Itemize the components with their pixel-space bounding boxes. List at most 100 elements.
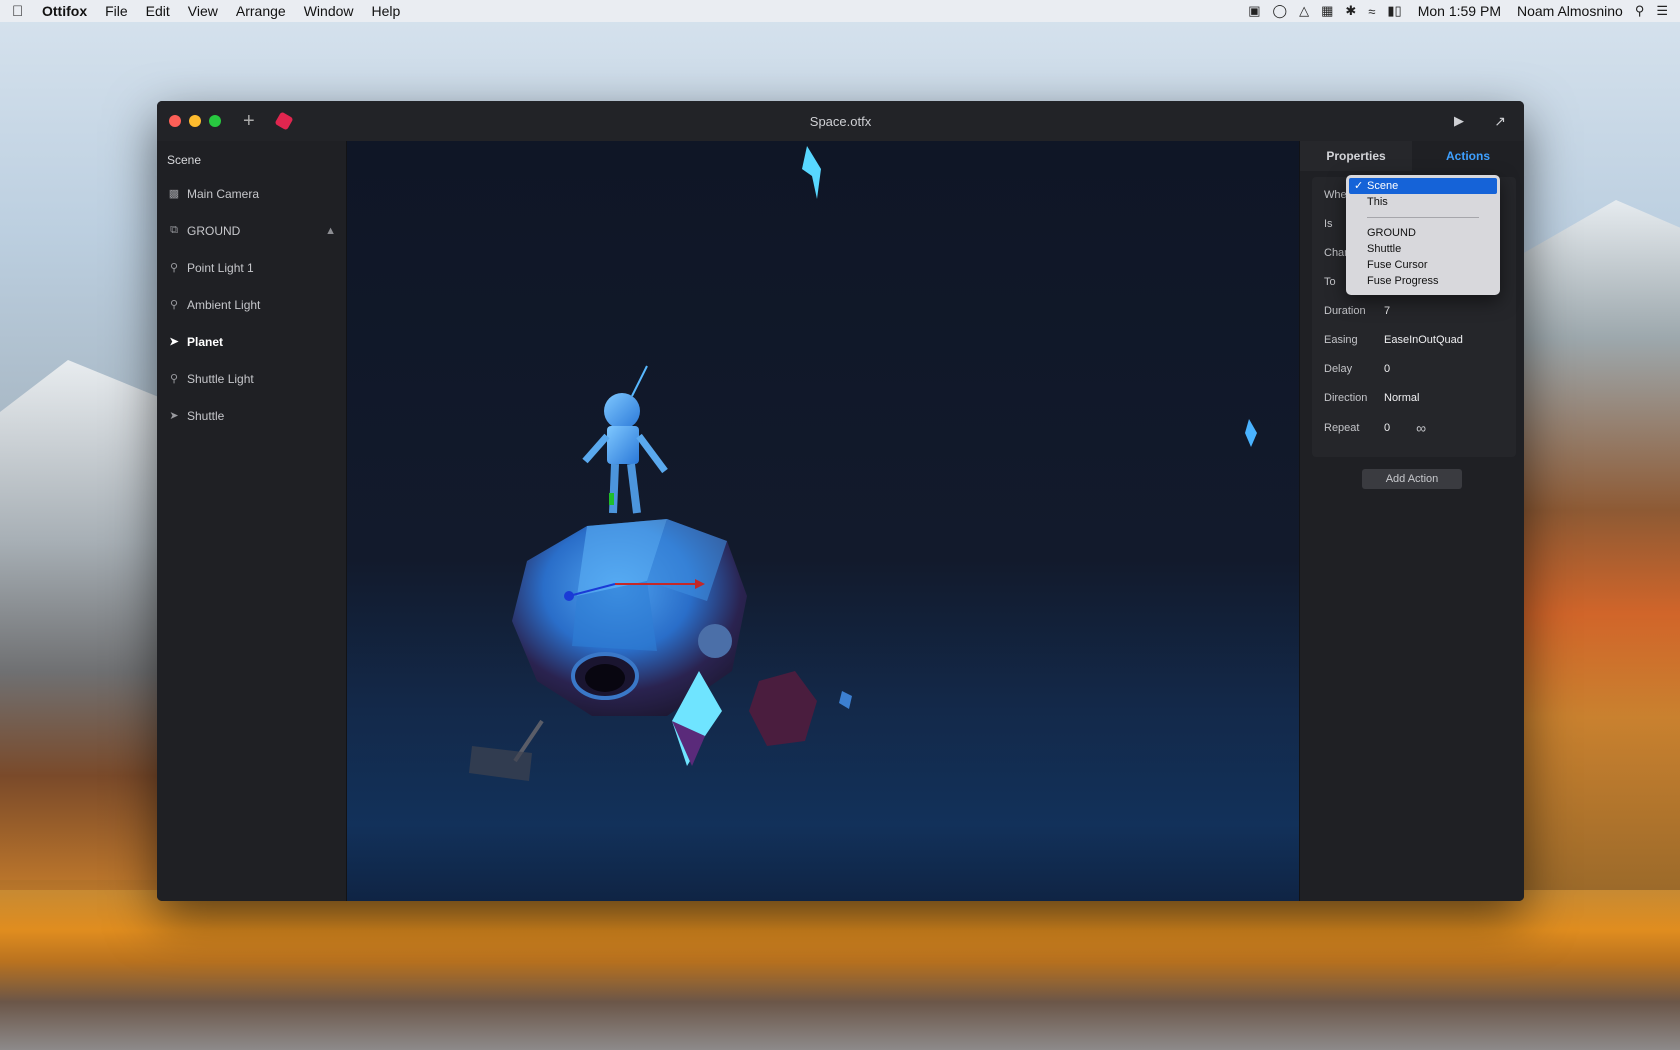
menu-file[interactable]: File bbox=[105, 3, 128, 19]
layer-label: Planet bbox=[187, 334, 224, 349]
drive-icon[interactable]: △ bbox=[1299, 3, 1309, 19]
gizmo-z-handle bbox=[564, 591, 574, 601]
menu-window[interactable]: Window bbox=[304, 3, 354, 19]
layer-label: Shuttle Light bbox=[187, 371, 254, 386]
layer-item-ambient-light[interactable]: ⚲ Ambient Light bbox=[157, 286, 346, 323]
apple-menu-icon[interactable]:  bbox=[12, 3, 42, 20]
object-icon: ➤ bbox=[169, 410, 179, 422]
row-repeat[interactable]: Repeat 0 ∞ bbox=[1324, 420, 1426, 436]
bulb-icon: ⚲ bbox=[169, 299, 179, 311]
ottifox-logo-icon[interactable] bbox=[274, 111, 294, 131]
when-target-dropdown: ✓ Scene This GROUND Shuttle Fuse Cursor … bbox=[1346, 175, 1500, 295]
small-moon bbox=[698, 624, 732, 658]
dropdown-item-ground[interactable]: GROUND bbox=[1346, 225, 1500, 241]
menu-edit[interactable]: Edit bbox=[146, 3, 170, 19]
repeat-label: Repeat bbox=[1324, 422, 1360, 434]
dropdown-item-shuttle[interactable]: Shuttle bbox=[1346, 241, 1500, 257]
wifi-icon[interactable]: ≈ bbox=[1368, 4, 1375, 19]
layer-label: GROUND bbox=[187, 223, 241, 238]
wallpaper-mountain-left bbox=[0, 360, 170, 880]
scene-viewport[interactable] bbox=[347, 141, 1299, 901]
row-duration[interactable]: Duration 7 bbox=[1324, 305, 1390, 317]
menu-help[interactable]: Help bbox=[372, 3, 401, 19]
tab-actions[interactable]: Actions bbox=[1412, 141, 1524, 171]
window-title: Space.otfx bbox=[809, 113, 872, 129]
bulb-icon: ⚲ bbox=[169, 262, 179, 274]
layer-label: Shuttle bbox=[187, 408, 225, 423]
gizmo-y-handle bbox=[609, 493, 614, 505]
window-controls bbox=[169, 115, 221, 127]
layer-label: Point Light 1 bbox=[187, 260, 254, 275]
wallpaper-mountain-right bbox=[1520, 200, 1680, 890]
scene-canvas[interactable] bbox=[347, 141, 1299, 901]
crystal-top bbox=[802, 146, 821, 199]
astronaut-arm-left bbox=[582, 433, 610, 464]
add-icon[interactable]: + bbox=[243, 111, 255, 131]
menu-view[interactable]: View bbox=[188, 3, 218, 19]
app-menu[interactable]: Ottifox bbox=[42, 3, 87, 19]
play-icon[interactable]: ▶ bbox=[1454, 113, 1464, 129]
lock-icon[interactable]: ▲ bbox=[325, 225, 336, 237]
transmit-icon[interactable]: ▦ bbox=[1321, 3, 1333, 19]
layer-item-planet[interactable]: ➤ Planet bbox=[157, 323, 346, 360]
inspector-tabs: Properties Actions bbox=[1300, 141, 1524, 171]
tab-properties[interactable]: Properties bbox=[1300, 141, 1412, 171]
repeat-value[interactable]: 0 bbox=[1384, 422, 1390, 434]
minimize-button[interactable] bbox=[189, 115, 201, 127]
duration-value[interactable]: 7 bbox=[1384, 305, 1390, 317]
layer-item-ground[interactable]: ⧉ GROUND ▲ bbox=[157, 212, 346, 249]
layer-label: Main Camera bbox=[187, 186, 260, 201]
close-button[interactable] bbox=[169, 115, 181, 127]
dropdown-item-fuse-cursor[interactable]: Fuse Cursor bbox=[1346, 257, 1500, 273]
astronaut-arm-right bbox=[636, 433, 668, 474]
camera-icon: ▩ bbox=[168, 188, 180, 200]
layer-item-point-light-1[interactable]: ⚲ Point Light 1 bbox=[157, 249, 346, 286]
app-window: + Space.otfx ▶ ↗ Scene ▩ Main Camera ⧉ G… bbox=[157, 101, 1524, 901]
camera-status-icon[interactable]: ▣ bbox=[1248, 3, 1260, 19]
layer-item-main-camera[interactable]: ▩ Main Camera bbox=[157, 175, 346, 212]
infinite-repeat-icon[interactable]: ∞ bbox=[1416, 420, 1426, 436]
easing-value[interactable]: EaseInOutQuad bbox=[1384, 334, 1463, 346]
sidebar-heading: Scene bbox=[167, 153, 202, 167]
add-action-button[interactable]: Add Action bbox=[1362, 469, 1462, 489]
dropdown-item-scene[interactable]: ✓ Scene bbox=[1349, 178, 1497, 194]
clock[interactable]: Mon 1:59 PM bbox=[1418, 3, 1501, 19]
row-delay[interactable]: Delay 0 bbox=[1324, 363, 1390, 375]
bulb-icon: ⚲ bbox=[169, 373, 179, 385]
delay-label: Delay bbox=[1324, 363, 1353, 375]
astronaut-leg-left bbox=[609, 463, 619, 514]
user-name[interactable]: Noam Almosnino bbox=[1517, 3, 1623, 19]
crystal-right bbox=[1245, 419, 1257, 447]
dropdown-item-label: Scene bbox=[1367, 180, 1399, 192]
scene-sidebar: Scene ▩ Main Camera ⧉ GROUND ▲ ⚲ Point L… bbox=[157, 141, 347, 901]
duration-label: Duration bbox=[1324, 305, 1366, 317]
astronaut-antenna bbox=[631, 365, 648, 397]
zoom-button[interactable] bbox=[209, 115, 221, 127]
export-icon[interactable]: ↗ bbox=[1494, 113, 1506, 130]
battery-icon[interactable]: ▮▯ bbox=[1387, 3, 1401, 19]
onepassword-icon[interactable]: ◯ bbox=[1273, 3, 1288, 19]
row-easing[interactable]: Easing EaseInOutQuad bbox=[1324, 334, 1463, 346]
title-bar: + Space.otfx ▶ ↗ bbox=[157, 101, 1524, 141]
astronaut-body bbox=[607, 426, 639, 464]
notification-center-icon[interactable]: ☰ bbox=[1656, 3, 1668, 19]
direction-label: Direction bbox=[1324, 392, 1368, 404]
spotlight-search-icon[interactable]: ⚲ bbox=[1635, 3, 1645, 19]
crater-hole bbox=[585, 664, 625, 692]
astronaut-helmet bbox=[604, 393, 640, 429]
object-icon: ➤ bbox=[169, 336, 179, 348]
layer-item-shuttle-light[interactable]: ⚲ Shuttle Light bbox=[157, 360, 346, 397]
delay-value[interactable]: 0 bbox=[1384, 363, 1390, 375]
easing-label: Easing bbox=[1324, 334, 1358, 346]
bluetooth-icon[interactable]: ✱ bbox=[1345, 3, 1356, 19]
direction-value[interactable]: Normal bbox=[1384, 392, 1419, 404]
group-icon: ⧉ bbox=[170, 224, 178, 236]
dropdown-item-fuse-progress[interactable]: Fuse Progress bbox=[1346, 273, 1500, 289]
row-direction[interactable]: Direction Normal bbox=[1324, 392, 1419, 404]
dropdown-separator bbox=[1367, 217, 1479, 218]
checkmark-icon: ✓ bbox=[1354, 180, 1364, 192]
dropdown-item-this[interactable]: This bbox=[1346, 194, 1500, 210]
layer-item-shuttle[interactable]: ➤ Shuttle bbox=[157, 397, 346, 434]
menu-arrange[interactable]: Arrange bbox=[236, 3, 286, 19]
menu-bar:  Ottifox File Edit View Arrange Window … bbox=[0, 0, 1680, 22]
